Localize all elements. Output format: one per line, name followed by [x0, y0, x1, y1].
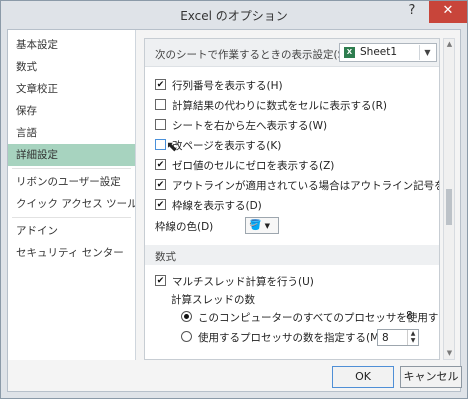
- formulas-section-header: 数式: [145, 245, 439, 265]
- checkbox[interactable]: [155, 99, 166, 110]
- scrollbar-thumb[interactable]: [446, 189, 452, 225]
- help-icon[interactable]: ?: [398, 1, 426, 23]
- option-label: シートを右から左へ表示する(W): [172, 120, 328, 132]
- category-sidebar: 基本設定 数式 文章校正 保存 言語 詳細設定 リボンのユーザー設定 クイック …: [8, 30, 136, 360]
- processor-count-value: 8: [406, 310, 413, 322]
- sidebar-item-quick-access[interactable]: クイック アクセス ツール バー: [8, 193, 135, 215]
- radio-button[interactable]: [181, 331, 192, 342]
- sidebar-item-formulas[interactable]: 数式: [8, 56, 135, 78]
- title-bar: Excel のオプション ? ✕: [1, 1, 467, 29]
- truncated-option-row: [155, 353, 425, 359]
- sidebar-item-addins[interactable]: アドイン: [8, 220, 135, 242]
- option-label: マルチスレッド計算を行う(U): [172, 276, 314, 288]
- checkbox[interactable]: [155, 159, 166, 170]
- chevron-down-icon[interactable]: ▼: [419, 45, 435, 60]
- processor-count-stepper[interactable]: 8 ▲ ▼: [377, 329, 419, 346]
- sidebar-item-trust-center[interactable]: セキュリティ センター: [8, 242, 135, 264]
- excel-sheet-icon: X: [344, 47, 355, 58]
- radio-button[interactable]: [181, 311, 192, 322]
- gridline-color-picker[interactable]: 🪣 ▼: [245, 217, 279, 234]
- sheet-options-header: 次のシートで作業するときの表示設定(S): X Sheet1 ▼: [145, 39, 439, 67]
- checkbox[interactable]: [155, 119, 166, 130]
- gridline-color-label: 枠線の色(D): [155, 221, 214, 233]
- stepper-arrows-icon[interactable]: ▲ ▼: [407, 330, 418, 345]
- processor-count-input[interactable]: 8: [382, 332, 389, 344]
- sidebar-item-save[interactable]: 保存: [8, 100, 135, 122]
- sidebar-item-basic[interactable]: 基本設定: [8, 34, 135, 56]
- checkbox[interactable]: [155, 179, 166, 190]
- cancel-button[interactable]: キャンセル: [400, 366, 462, 388]
- scroll-up-icon[interactable]: ▲: [445, 40, 454, 49]
- sidebar-item-proofing[interactable]: 文章校正: [8, 78, 135, 100]
- scroll-down-icon[interactable]: ▼: [445, 349, 454, 358]
- sheet-select-value: Sheet1: [360, 46, 398, 58]
- sheet-options-label: 次のシートで作業するときの表示設定(S):: [155, 49, 352, 61]
- advanced-settings-panel: 次のシートで作業するときの表示設定(S): X Sheet1 ▼ 行列番号を表示…: [144, 38, 440, 360]
- sidebar-item-language[interactable]: 言語: [8, 122, 135, 144]
- sidebar-divider: [12, 217, 131, 218]
- option-label: 枠線を表示する(D): [172, 200, 262, 212]
- sidebar-item-customize-ribbon[interactable]: リボンのユーザー設定: [8, 171, 135, 193]
- mouse-cursor-icon: ⬉: [166, 139, 178, 155]
- option-label: ゼロ値のセルにゼロを表示する(Z): [172, 160, 335, 172]
- thread-count-text: 計算スレッドの数: [171, 294, 255, 306]
- sidebar-divider: [12, 168, 131, 169]
- checkbox[interactable]: [155, 275, 166, 286]
- option-label: 改ページを表示する(K): [172, 140, 282, 152]
- paint-bucket-icon: 🪣: [249, 220, 262, 231]
- checkbox[interactable]: [155, 199, 166, 210]
- vertical-scrollbar[interactable]: ▲ ▼: [443, 38, 455, 360]
- formulas-section-title: 数式: [155, 251, 176, 263]
- excel-options-dialog: Excel のオプション ? ✕ 基本設定 数式 文章校正 保存 言語 詳細設定…: [0, 0, 468, 399]
- option-label: 使用するプロセッサの数を指定する(M):: [198, 332, 387, 344]
- sheet-select[interactable]: X Sheet1 ▼: [339, 43, 437, 62]
- close-icon[interactable]: ✕: [429, 1, 467, 23]
- option-label: アウトラインが適用されている場合はアウトライン記号を表示する(O): [172, 180, 439, 192]
- checkbox[interactable]: [155, 79, 166, 90]
- ok-button[interactable]: OK: [332, 366, 394, 388]
- option-label: 計算結果の代わりに数式をセルに表示する(R): [172, 100, 387, 112]
- sidebar-item-advanced[interactable]: 詳細設定: [8, 144, 135, 166]
- chevron-down-icon: ▼: [264, 222, 271, 230]
- checkbox[interactable]: [155, 139, 166, 150]
- option-label: 行列番号を表示する(H): [172, 80, 283, 92]
- dialog-body: 基本設定 数式 文章校正 保存 言語 詳細設定 リボンのユーザー設定 クイック …: [7, 29, 462, 392]
- option-label: このコンピューターのすべてのプロセッサを使用する(P):: [198, 312, 439, 324]
